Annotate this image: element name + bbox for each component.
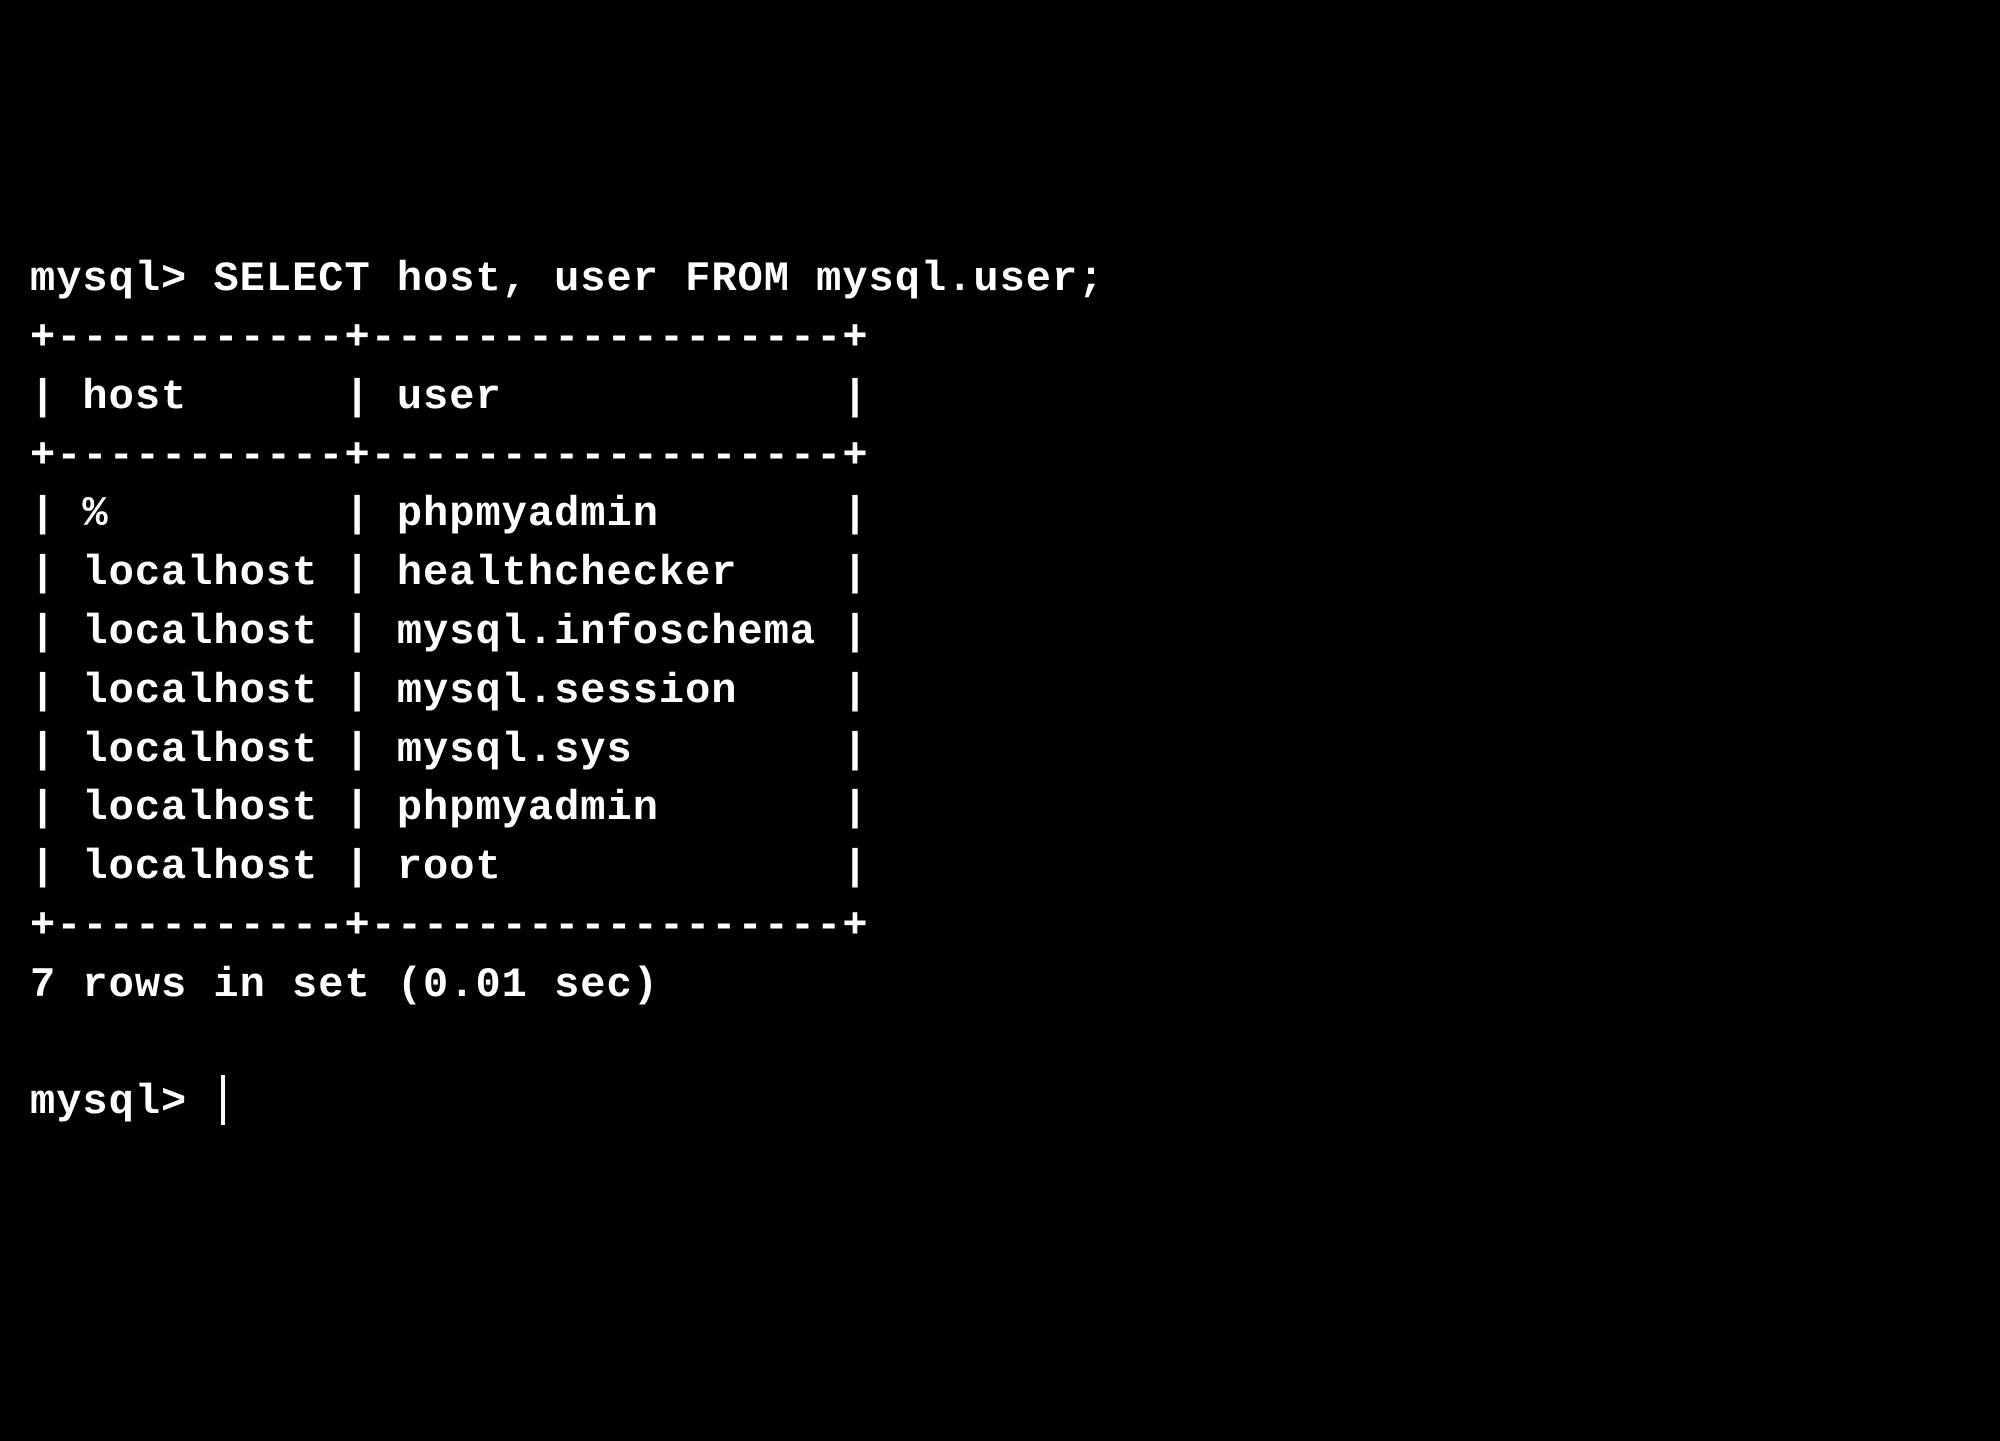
- table-row: | localhost | mysql.session |: [30, 667, 869, 715]
- sql-command: SELECT host, user FROM mysql.user;: [213, 255, 1104, 303]
- table-border-bottom: +-----------+------------------+: [30, 902, 869, 950]
- terminal-window[interactable]: mysql> SELECT host, user FROM mysql.user…: [30, 250, 1970, 1132]
- mysql-prompt: mysql>: [30, 255, 187, 303]
- cursor-icon[interactable]: [221, 1075, 225, 1125]
- result-summary: 7 rows in set (0.01 sec): [30, 961, 659, 1009]
- table-row: | % | phpmyadmin |: [30, 490, 869, 538]
- mysql-prompt-next: mysql>: [30, 1078, 213, 1126]
- table-row: | localhost | healthchecker |: [30, 549, 869, 597]
- table-border-top: +-----------+------------------+: [30, 314, 869, 362]
- table-row: | localhost | mysql.sys |: [30, 726, 869, 774]
- table-border-mid: +-----------+------------------+: [30, 432, 869, 480]
- table-row: | localhost | mysql.infoschema |: [30, 608, 869, 656]
- table-row: | localhost | phpmyadmin |: [30, 784, 869, 832]
- table-header-row: | host | user |: [30, 373, 869, 421]
- table-row: | localhost | root |: [30, 843, 869, 891]
